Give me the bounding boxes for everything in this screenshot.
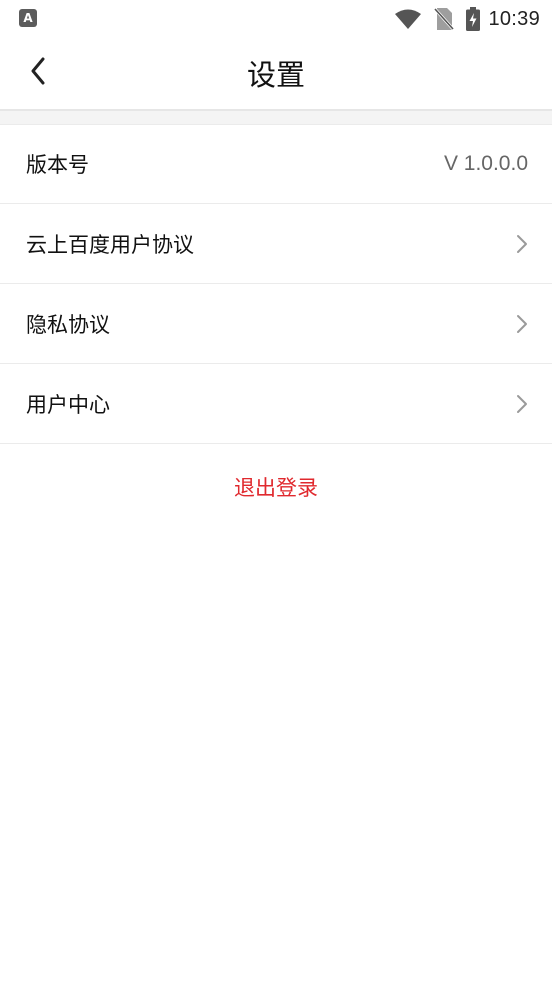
back-button[interactable] <box>18 55 58 91</box>
chevron-right-icon <box>516 234 528 254</box>
notification-app-glyph: A <box>23 11 33 25</box>
user-center-label: 用户中心 <box>26 392 110 417</box>
battery-charging-icon <box>466 7 481 31</box>
status-icons: 10:39 <box>394 6 540 32</box>
privacy-policy-label: 隐私协议 <box>26 312 110 337</box>
notification-app-icon: A <box>19 9 37 27</box>
settings-row-privacy-policy[interactable]: 隐私协议 <box>0 284 552 364</box>
user-agreement-label: 云上百度用户协议 <box>26 232 194 257</box>
section-divider <box>0 111 552 124</box>
settings-row-version: 版本号 V 1.0.0.0 <box>0 124 552 204</box>
settings-list: 版本号 V 1.0.0.0 云上百度用户协议 隐私协议 用户中心 <box>0 124 552 444</box>
chevron-right-icon <box>516 314 528 334</box>
no-sim-icon <box>434 7 455 31</box>
version-label: 版本号 <box>26 153 89 177</box>
status-time: 10:39 <box>488 7 540 30</box>
wifi-icon <box>394 8 422 30</box>
settings-row-user-agreement[interactable]: 云上百度用户协议 <box>0 204 552 284</box>
version-value: V 1.0.0.0 <box>443 152 528 175</box>
chevron-left-icon <box>30 57 46 89</box>
app-header: 设置 <box>0 37 552 111</box>
chevron-right-icon <box>516 394 528 414</box>
logout-button[interactable]: 退出登录 <box>0 467 552 507</box>
page-title: 设置 <box>246 58 305 92</box>
status-bar: A 10:39 <box>0 0 552 37</box>
settings-row-user-center[interactable]: 用户中心 <box>0 364 552 444</box>
